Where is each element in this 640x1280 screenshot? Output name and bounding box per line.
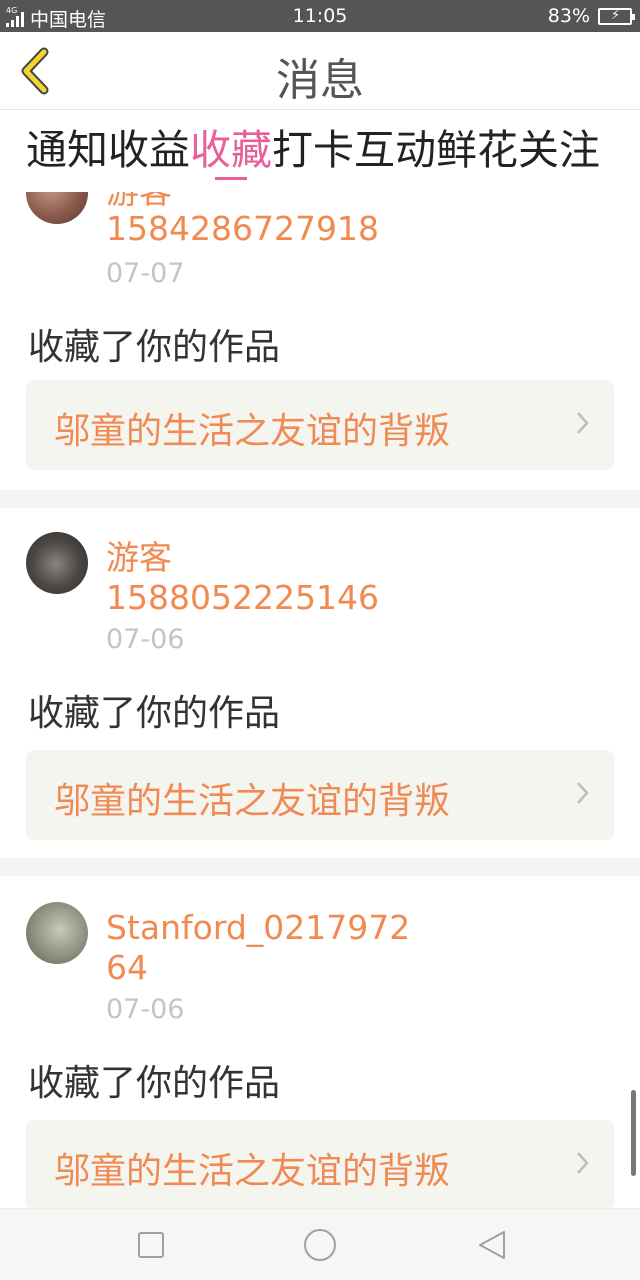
square-icon[interactable]: [133, 1227, 169, 1263]
card-divider: [0, 490, 640, 508]
work-title: 邬童的生活之友谊的背叛: [54, 781, 451, 822]
app-header: 消息: [0, 32, 640, 110]
notification-card: Stanford_021797264 07-06 收藏了你的作品 邬童的生活之友…: [0, 876, 640, 1208]
action-text: 收藏了你的作品: [28, 693, 281, 734]
battery-percent: 83%: [547, 5, 590, 27]
work-link[interactable]: 邬童的生活之友谊的背叛: [26, 1120, 614, 1208]
tab-earnings[interactable]: 收益: [108, 127, 190, 183]
triangle-left-icon[interactable]: [474, 1227, 510, 1263]
system-nav-bar: [0, 1208, 640, 1280]
date: 07-07: [106, 258, 185, 289]
avatar[interactable]: [26, 902, 88, 964]
tab-checkin[interactable]: 打卡: [272, 127, 354, 183]
tab-favorites[interactable]: 收藏: [190, 127, 272, 183]
action-text: 收藏了你的作品: [28, 327, 281, 368]
tab-flowers[interactable]: 鲜花: [436, 127, 518, 183]
charging-icon: ⚡: [611, 7, 621, 23]
battery-group: 83% ⚡: [547, 5, 635, 27]
work-title: 邬童的生活之友谊的背叛: [54, 1151, 451, 1192]
circle-icon[interactable]: [302, 1227, 338, 1263]
avatar[interactable]: [26, 532, 88, 594]
tab-interaction[interactable]: 互动: [354, 127, 436, 183]
status-bar: 4G 中国电信 11:05 83% ⚡: [0, 0, 640, 32]
chevron-right-icon: [577, 782, 589, 804]
notification-card: 游客 1588052225146 07-06 收藏了你的作品 邬童的生活之友谊的…: [0, 508, 640, 860]
date: 07-06: [106, 994, 185, 1025]
chevron-right-icon: [577, 412, 589, 434]
tab-notifications[interactable]: 通知: [26, 127, 108, 183]
work-link[interactable]: 邬童的生活之友谊的背叛: [26, 380, 614, 470]
avatar[interactable]: [26, 192, 88, 224]
tab-bar: 通知 收益 收藏 打卡 互动 鲜花 关注: [0, 110, 640, 192]
card-divider: [0, 858, 640, 876]
page-title: 消息: [276, 55, 364, 106]
scrollbar[interactable]: [631, 1090, 636, 1176]
battery-icon: ⚡: [598, 7, 635, 25]
user-id[interactable]: 1584286727918: [106, 209, 426, 249]
status-time: 11:05: [292, 5, 348, 27]
action-text: 收藏了你的作品: [28, 1063, 281, 1104]
user-id[interactable]: 1588052225146: [106, 578, 426, 618]
work-link[interactable]: 邬童的生活之友谊的背叛: [26, 750, 614, 840]
date: 07-06: [106, 624, 185, 655]
tab-follows[interactable]: 关注: [518, 127, 600, 183]
username[interactable]: 游客: [106, 538, 426, 578]
chevron-right-icon: [577, 1152, 589, 1174]
username[interactable]: Stanford_021797264: [106, 908, 426, 988]
notification-feed[interactable]: 游客 1584286727918 07-07 收藏了你的作品 邬童的生活之友谊的…: [0, 192, 640, 1208]
notification-card: 游客 1584286727918 07-07 收藏了你的作品 邬童的生活之友谊的…: [0, 192, 640, 492]
work-title: 邬童的生活之友谊的背叛: [54, 411, 451, 452]
